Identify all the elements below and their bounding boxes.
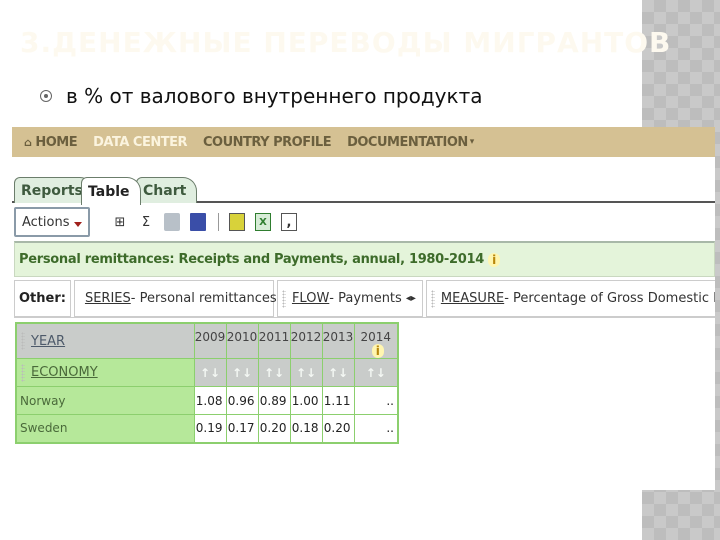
chevron-down-icon: ▾ <box>469 137 475 147</box>
year-dimension-link[interactable]: YEAR <box>31 334 65 349</box>
drag-handle-icon[interactable] <box>21 332 25 350</box>
export-excel-icon[interactable]: X <box>255 213 271 231</box>
filter-measure-key[interactable]: MEASURE <box>441 291 504 306</box>
year-header: 2010 <box>225 322 259 359</box>
bullet-text: в % от валового внутреннего продукта <box>66 84 483 108</box>
left-right-arrows-icon[interactable]: ◂▸ <box>406 293 416 304</box>
tab-table[interactable]: Table <box>81 177 141 205</box>
year-header-row: YEAR 2009 2010 2011 2012 2013 2014 i <box>15 322 399 359</box>
nav-data-center[interactable]: DATA CENTER <box>93 135 187 150</box>
view-tabs: Reports Table Chart <box>12 173 715 205</box>
data-table: YEAR 2009 2010 2011 2012 2013 2014 i ECO… <box>15 322 399 444</box>
radio-bullet-icon <box>40 90 52 102</box>
table-cell: 0.89 <box>257 386 291 415</box>
dimension-filter-bar: Other: SERIES - Personal remittances FLO… <box>14 280 715 318</box>
table-cell: 1.11 <box>321 386 355 415</box>
table-cell: 0.96 <box>225 386 259 415</box>
layout-icon[interactable]: ⊞ <box>112 213 128 231</box>
nav-documentation[interactable]: DOCUMENTATION ▾ <box>347 135 474 150</box>
table-cell: 1.00 <box>289 386 323 415</box>
sort-arrows-icon[interactable]: ↑↓ <box>321 358 355 387</box>
row-label: Norway <box>15 386 195 415</box>
table-cell: .. <box>353 414 399 443</box>
filter-flow-key[interactable]: FLOW <box>292 291 329 306</box>
nav-home[interactable]: ⌂ HOME <box>24 134 78 150</box>
toolbar: Actions ⊞ Σ X , <box>12 205 715 239</box>
bullet-item: в % от валового внутреннего продукта <box>40 84 483 108</box>
nav-documentation-label: DOCUMENTATION <box>347 134 468 150</box>
sum-icon[interactable]: Σ <box>138 213 154 231</box>
sort-arrows-icon[interactable]: ↑↓ <box>225 358 259 387</box>
nav-country-profile[interactable]: COUNTRY PROFILE <box>203 135 332 150</box>
info-icon[interactable]: i <box>371 344 384 358</box>
year-header: 2011 <box>257 322 291 359</box>
report-title-bar: Personal remittances: Receipts and Payme… <box>14 241 715 277</box>
filter-measure-value: - Percentage of Gross Domestic Product <box>504 291 715 306</box>
sort-arrows-icon[interactable]: ↑↓ <box>289 358 323 387</box>
year-header: 2012 <box>289 322 323 359</box>
actions-dropdown[interactable]: Actions <box>14 207 90 237</box>
row-dimension-header: ECONOMY <box>15 358 195 387</box>
table-cell: 1.08 <box>193 386 227 415</box>
drag-handle-icon[interactable] <box>430 289 435 308</box>
actions-label: Actions <box>22 214 70 230</box>
filter-series-value: - Personal remittances <box>130 291 277 306</box>
nav-home-label: HOME <box>35 134 78 150</box>
year-header: 2013 <box>321 322 355 359</box>
print-icon[interactable] <box>164 213 180 231</box>
table-cell: .. <box>353 386 399 415</box>
row-label: Sweden <box>15 414 195 443</box>
sort-arrows-icon[interactable]: ↑↓ <box>193 358 227 387</box>
year-header: 2014 i <box>353 322 399 359</box>
export-csv-icon[interactable]: , <box>281 213 297 231</box>
home-icon: ⌂ <box>24 135 32 149</box>
slide-title: 3.ДЕНЕЖНЫЕ ПЕРЕВОДЫ МИГРАНТОВ <box>20 26 672 59</box>
year-header-label: 2014 <box>360 330 392 344</box>
economy-header-row: ECONOMY ↑↓ ↑↓ ↑↓ ↑↓ ↑↓ ↑↓ <box>15 358 399 387</box>
table-cell: 0.19 <box>193 414 227 443</box>
info-icon[interactable]: i <box>488 252 501 267</box>
year-header: 2009 <box>193 322 227 359</box>
table-cell: 0.17 <box>225 414 259 443</box>
filter-flow[interactable]: FLOW - Payments ◂▸ <box>276 280 423 317</box>
save-icon[interactable] <box>190 213 206 231</box>
sort-arrows-icon[interactable]: ↑↓ <box>257 358 291 387</box>
table-row: Norway 1.08 0.96 0.89 1.00 1.11 .. <box>15 386 399 415</box>
report-title: Personal remittances: Receipts and Payme… <box>19 252 485 267</box>
drag-handle-icon[interactable] <box>21 363 25 382</box>
drag-handle-icon[interactable] <box>281 289 286 308</box>
table-cell: 0.18 <box>289 414 323 443</box>
top-navigation: ⌂ HOME DATA CENTER COUNTRY PROFILE DOCUM… <box>12 127 715 157</box>
sort-arrows-icon[interactable]: ↑↓ <box>353 358 399 387</box>
filter-label: Other: <box>14 280 71 317</box>
col-dimension-header: YEAR <box>15 322 195 359</box>
table-cell: 0.20 <box>321 414 355 443</box>
embedded-screenshot: ⌂ HOME DATA CENTER COUNTRY PROFILE DOCUM… <box>12 127 715 490</box>
filter-flow-value: - Payments <box>329 291 402 306</box>
dropdown-arrow-icon <box>74 222 82 227</box>
table-cell: 0.20 <box>257 414 291 443</box>
filter-series-key[interactable]: SERIES <box>85 291 131 306</box>
toolbar-divider <box>218 213 219 231</box>
table-row: Sweden 0.19 0.17 0.20 0.18 0.20 .. <box>15 414 399 443</box>
filter-series[interactable]: SERIES - Personal remittances <box>73 280 277 317</box>
export-pdf-icon[interactable] <box>229 213 245 231</box>
filter-measure[interactable]: MEASURE - Percentage of Gross Domestic P… <box>425 280 715 317</box>
tab-chart[interactable]: Chart <box>136 177 198 203</box>
economy-dimension-link[interactable]: ECONOMY <box>31 365 98 380</box>
